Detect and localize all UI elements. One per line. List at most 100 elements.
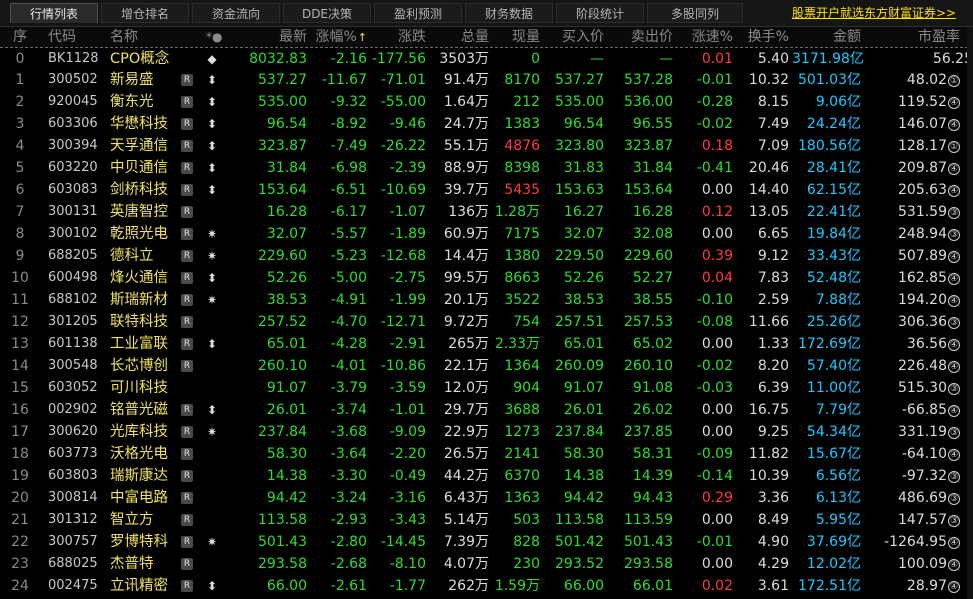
current-volume: 2.33万 xyxy=(494,336,540,352)
table-row[interactable]: 8 300102 乾照光电 ✷ 32.07 -5.57 -1.89 60.9万 7175 32.0… xyxy=(0,223,973,245)
table-row[interactable]: 6 603083 剑桥科技 ⬍ 153.64 -6.51 -10.69 39.7万 5435 15… xyxy=(0,179,973,201)
ask-price: 94.43 xyxy=(632,490,673,506)
tab-stage-stats[interactable]: 阶段统计 xyxy=(556,3,644,23)
last-price: 293.58 xyxy=(258,556,307,572)
turnover-rate: 5.40 xyxy=(757,51,789,67)
col-header-now-vol[interactable]: 现量 xyxy=(492,27,540,47)
table-row[interactable]: 13 601138 工业富联 ⬍ 65.01 -4.28 -2.91 265万 2.33万 65.… xyxy=(0,333,973,355)
change-percent: -2.61 xyxy=(330,578,367,594)
table-row[interactable]: 14 300548 长芯博创 260.10 -4.01 -10.86 22.1万 1364 26… xyxy=(0,355,973,377)
table-row[interactable]: 3 603306 华懋科技 ⬍ 96.54 -8.92 -9.46 24.7万 1383 96.5… xyxy=(0,113,973,135)
table-row[interactable]: 11 688102 斯瑞新材 ✷ 38.53 -4.91 -1.99 20.1万 3522 38.… xyxy=(0,289,973,311)
last-price: 535.00 xyxy=(258,94,307,110)
table-row[interactable]: 16 002902 铭普光磁 ⬍ 26.01 -3.74 -1.01 29.7万 3688 26.… xyxy=(0,399,973,421)
tab-dde[interactable]: DDE决策 xyxy=(283,3,371,23)
total-volume: 91.4万 xyxy=(443,72,489,88)
table-row[interactable]: 5 603220 中贝通信 ⬍ 31.84 -6.98 -2.39 88.9万 8398 31.8… xyxy=(0,157,973,179)
pe-value: 128.17 xyxy=(898,138,947,154)
col-header-name[interactable]: 名称 xyxy=(110,27,138,47)
tab-position-rank[interactable]: 增仓排名 xyxy=(101,3,189,23)
col-header-idx[interactable]: 序 xyxy=(0,27,40,47)
stock-code: 603773 xyxy=(48,446,98,461)
table-row[interactable]: 18 603773 沃格光电 58.30 -3.64 -2.20 26.5万 2141 58.3… xyxy=(0,443,973,465)
ask-price: 65.02 xyxy=(632,336,673,352)
pe-value: 119.52 xyxy=(898,94,947,110)
col-header-turnover[interactable]: 换手% xyxy=(738,27,789,47)
change-speed: -0.08 xyxy=(696,314,733,330)
change-percent: -5.23 xyxy=(330,248,367,264)
current-volume: 904 xyxy=(513,380,540,396)
turnover-rate: 1.33 xyxy=(757,336,789,352)
row-index: 18 xyxy=(11,446,29,462)
col-header-chg-pct[interactable]: 涨幅%↑ xyxy=(310,27,367,47)
change-amount: -2.39 xyxy=(389,160,426,176)
col-header-price[interactable]: 最新 xyxy=(218,27,307,47)
pe-rank-icon: ③ xyxy=(948,471,960,483)
tab-fund-flow[interactable]: 资金流向 xyxy=(192,3,280,23)
table-row[interactable]: 20 300814 中富电路 94.42 -3.24 -3.16 6.43万 1363 94.4… xyxy=(0,487,973,509)
col-header-amount[interactable]: 金额 xyxy=(792,27,861,47)
stock-name: 瑞斯康达 xyxy=(110,468,168,484)
table-row[interactable]: 2 920045 衡东光 ⬍ 535.00 -9.32 -55.00 1.64万 212 535.… xyxy=(0,91,973,113)
pe-ratio: 119.52 ④ xyxy=(864,91,960,113)
table-row[interactable]: 23 688025 杰普特 293.58 -2.68 -8.10 4.07万 230 293.5… xyxy=(0,553,973,575)
pe-ratio: -64.10 ④ xyxy=(864,443,960,465)
table-row[interactable]: 21 301312 智立方 113.58 -2.93 -3.43 5.14万 503 113.5… xyxy=(0,509,973,531)
tab-profit-forecast[interactable]: 盈利预测 xyxy=(374,3,462,23)
current-volume: 8663 xyxy=(504,270,540,286)
row-index: 2 xyxy=(15,94,25,110)
stock-name: 杰普特 xyxy=(110,556,154,572)
col-header-pe[interactable]: 市盈率 xyxy=(864,27,960,47)
bid-price: 535.00 xyxy=(555,94,604,110)
row-index: 23 xyxy=(11,556,29,572)
turnover-amount: 6.13亿 xyxy=(815,490,861,506)
turnover-rate: 11.82 xyxy=(748,446,789,462)
table-row[interactable]: 19 603803 瑞斯康达 14.38 -3.30 -0.49 44.2万 6370 14.3… xyxy=(0,465,973,487)
total-volume: 29.7万 xyxy=(443,402,489,418)
last-price: 257.52 xyxy=(258,314,307,330)
turnover-rate: 7.49 xyxy=(757,116,789,132)
table-row[interactable]: 24 002475 立讯精密 ⬍ 66.00 -2.61 -1.77 262万 1.59万 66.… xyxy=(0,575,973,597)
pe-rank-icon: ④ xyxy=(948,251,960,263)
vertical-scrollbar[interactable] xyxy=(967,27,973,599)
last-price: 501.43 xyxy=(258,534,307,550)
stock-code: 688205 xyxy=(48,248,98,263)
change-amount: -55.00 xyxy=(380,94,426,110)
col-header-volume[interactable]: 总量 xyxy=(430,27,489,47)
turnover-amount: 9.06亿 xyxy=(815,94,861,110)
table-row[interactable]: 10 600498 烽火通信 ⬍ 52.26 -5.00 -2.75 99.5万 8663 52.… xyxy=(0,267,973,289)
change-percent: -2.80 xyxy=(330,534,367,550)
table-row[interactable]: 17 300620 光库科技 ✷ 237.84 -3.68 -9.09 22.9万 1273 23… xyxy=(0,421,973,443)
table-row[interactable]: 4 300394 天孚通信 ⬍ 323.87 -7.49 -26.22 55.1万 4876 32… xyxy=(0,135,973,157)
tab-multi-stock[interactable]: 多股同列 xyxy=(647,3,743,23)
current-volume: 754 xyxy=(513,314,540,330)
pe-value: 248.94 xyxy=(898,226,947,242)
current-volume: 230 xyxy=(513,556,540,572)
bid-price: 501.42 xyxy=(555,534,604,550)
table-row[interactable]: 12 301205 联特科技 257.52 -4.70 -12.71 9.72万 754 257… xyxy=(0,311,973,333)
stock-name: 剑桥科技 xyxy=(110,182,168,198)
margin-trading-badge: R xyxy=(181,294,193,306)
tab-financial-data[interactable]: 财务数据 xyxy=(465,3,553,23)
row-index: 19 xyxy=(11,468,29,484)
tab-quote-list[interactable]: 行情列表 xyxy=(10,3,98,23)
stock-code: 603306 xyxy=(48,116,98,131)
col-header-speed[interactable]: 涨速% xyxy=(678,27,733,47)
table-row[interactable]: 1 300502 新易盛 ⬍ 537.27 -11.67 -71.01 91.4万 8170 53… xyxy=(0,69,973,91)
change-amount: -9.46 xyxy=(389,116,426,132)
table-row[interactable]: 15 603052 可川科技 91.07 -3.79 -3.59 12.0万 904 91.07… xyxy=(0,377,973,399)
table-row[interactable]: 9 688205 德科立 ✷ 229.60 -5.23 -12.68 14.4万 1380 229… xyxy=(0,245,973,267)
change-amount: -1.07 xyxy=(389,204,426,220)
col-header-bid[interactable]: 买入价 xyxy=(545,27,604,47)
last-price: 31.84 xyxy=(266,160,307,176)
broker-promo-link[interactable]: 股票开户就选东方财富证券>> xyxy=(775,3,973,23)
ask-price: 16.28 xyxy=(632,204,673,220)
table-row[interactable]: 0 BK1128 CPO概念 ◆ 8032.83 -2.16 -177.56 3503万 0— —… xyxy=(0,47,973,69)
table-row[interactable]: 7 300131 英唐智控 16.28 -6.17 -1.07 136万 1.28万 16.27… xyxy=(0,201,973,223)
row-index: 15 xyxy=(11,380,29,396)
col-header-code[interactable]: 代码 xyxy=(48,27,76,47)
col-header-ask[interactable]: 卖出价 xyxy=(610,27,673,47)
current-volume: 1383 xyxy=(504,116,540,132)
col-header-change[interactable]: 涨跌 xyxy=(370,27,426,47)
table-row[interactable]: 22 300757 罗博特科 ✷ 501.43 -2.80 -14.45 7.39万 828 50… xyxy=(0,531,973,553)
